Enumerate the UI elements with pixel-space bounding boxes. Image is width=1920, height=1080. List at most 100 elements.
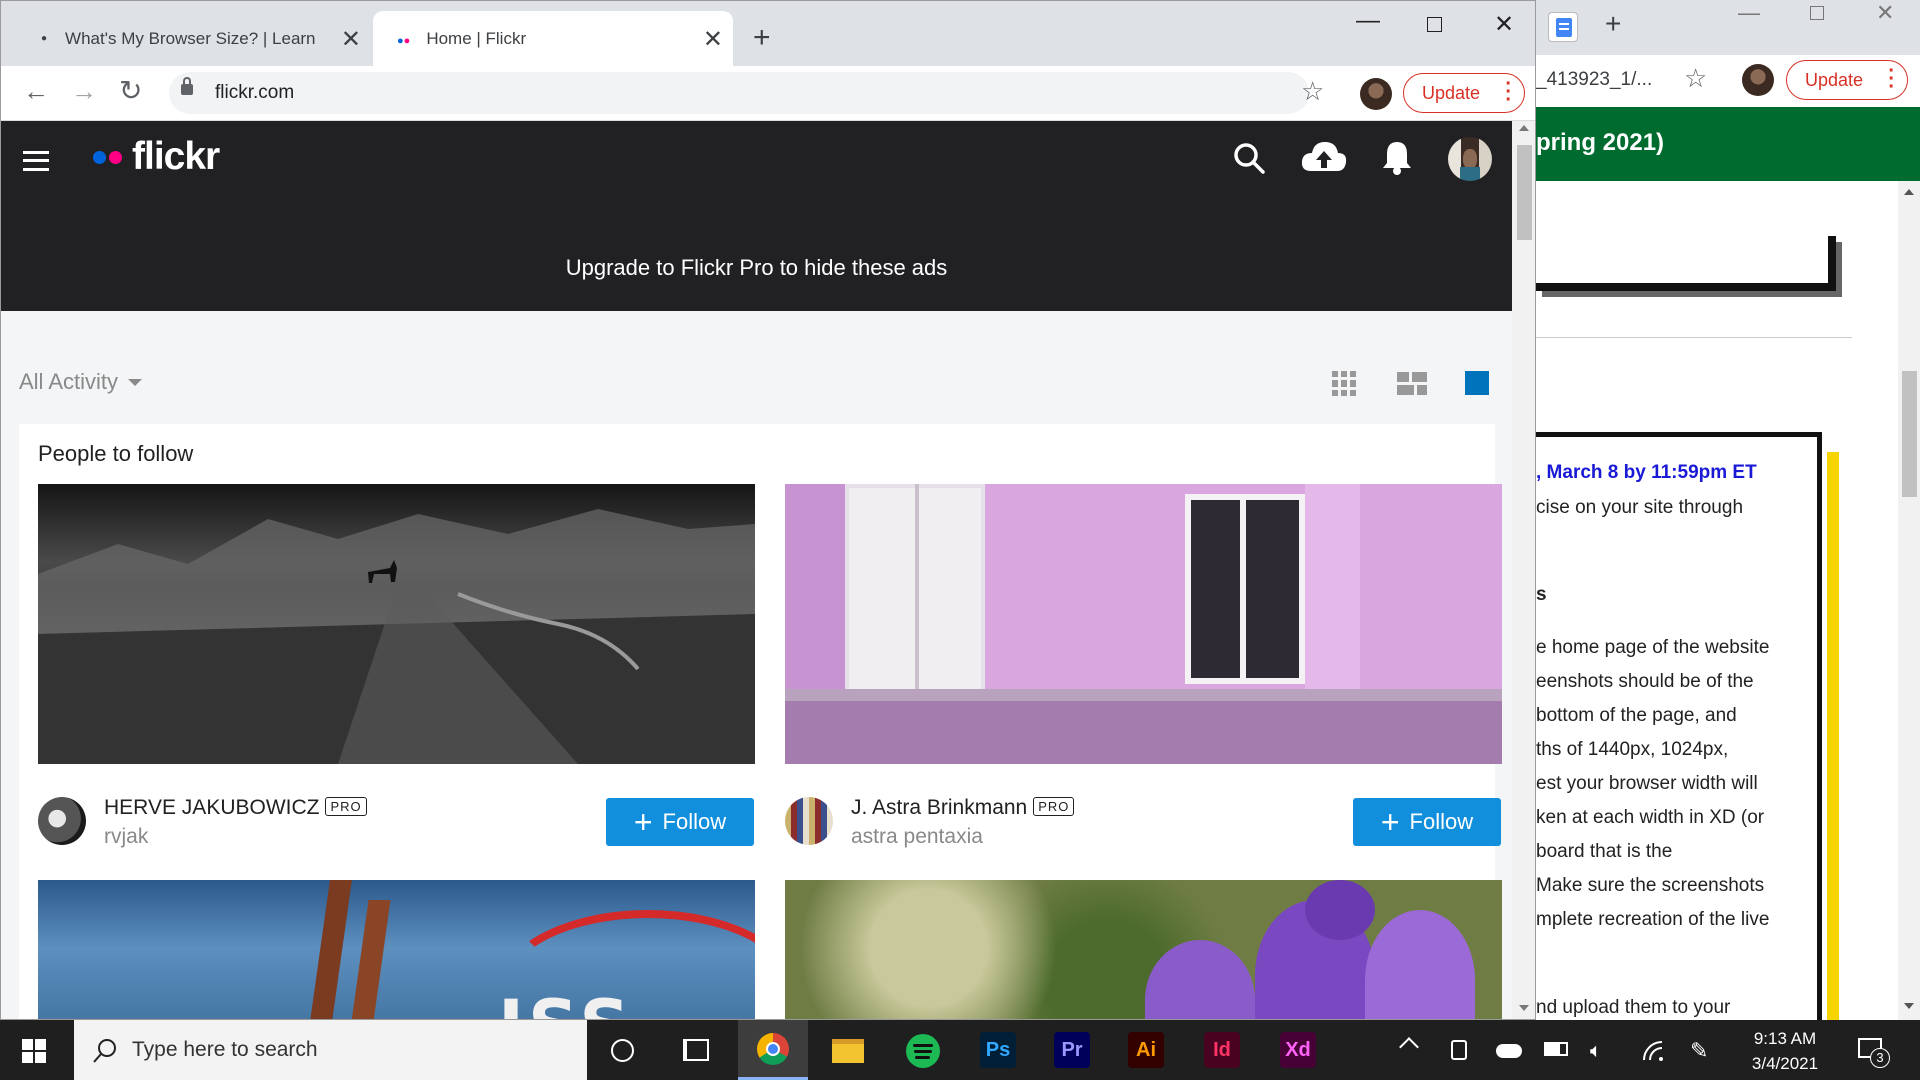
pen-workspace-icon[interactable]: ✎ [1690,1038,1708,1064]
all-activity-dropdown[interactable]: All Activity [19,369,143,395]
illustrator-icon[interactable]: Ai [1128,1032,1164,1068]
tab-flickr-home[interactable]: ●● Home | Flickr ✕ [373,11,733,66]
back-icon[interactable]: ← [23,76,49,107]
grid-view-icon[interactable] [1332,371,1357,396]
medium-view-icon[interactable] [1397,372,1427,395]
minimize-button[interactable]: — [1356,7,1380,35]
instructions-box: , March 8 by 11:59pm ET cise on your sit… [1536,432,1839,1020]
task-view-icon[interactable] [683,1039,709,1061]
scroll-down-arrow[interactable] [1904,1003,1914,1009]
person-photo-pink-house[interactable] [785,484,1502,764]
docs-tab-icon[interactable] [1548,12,1578,42]
photoshop-icon[interactable]: Ps [980,1032,1016,1068]
browser-window: ● What's My Browser Size? | Learn ✕ ●● H… [0,0,1536,1020]
volume-icon[interactable]: 🔈︎ [1590,1040,1602,1063]
maximize-button[interactable] [1427,17,1442,32]
people-to-follow-card: People to follow HERVE JAKUBOWICZ PRO rv… [19,424,1502,1019]
doc-line: e home page of the website [1536,637,1770,658]
windows-start-icon[interactable] [22,1039,46,1063]
doc-heading: s [1536,584,1547,605]
person-username[interactable]: rvjak [104,825,148,849]
person-avatar[interactable] [785,797,833,845]
maximize-button[interactable] [1810,6,1824,20]
doc-line: board that is the [1536,841,1673,862]
show-hidden-icons-chevron-up-icon[interactable] [1399,1037,1419,1057]
spotify-icon[interactable] [906,1034,940,1068]
reload-icon[interactable]: ↻ [119,74,142,107]
doc-line: Make sure the screenshots [1536,875,1765,896]
plus-icon: + [1380,804,1400,840]
follow-button[interactable]: + Follow [606,798,754,846]
scroll-up-arrow[interactable] [1904,189,1914,195]
user-avatar[interactable] [1448,137,1492,181]
bookmark-star-icon[interactable]: ☆ [1684,63,1707,94]
notification-bell-icon[interactable] [1381,139,1413,175]
scrollbar-thumb[interactable] [1902,371,1917,497]
minimize-button[interactable]: — [1738,0,1760,26]
chrome-taskbar-icon[interactable] [738,1020,808,1080]
background-url: _413923_1/... [1536,69,1653,90]
large-view-icon[interactable] [1465,371,1489,395]
pro-badge: PRO [325,797,367,816]
close-window-button[interactable]: ✕ [1876,0,1894,26]
scroll-up-arrow[interactable] [1519,125,1529,131]
flickr-page: flickr Upgrade to Flickr Pro to hide the… [1,121,1512,1019]
course-banner-title: pring 2021) [1536,129,1665,156]
person-name[interactable]: J. Astra Brinkmann PRO [851,796,1075,820]
person-photo-space-station[interactable]: ISS [38,880,755,1019]
upload-cloud-icon[interactable] [1301,139,1347,173]
new-tab-button[interactable]: + [753,21,771,55]
scrollbar-thumb[interactable] [1517,145,1532,240]
person-photo-purple-flowers[interactable] [785,880,1502,1019]
flickr-logo[interactable]: flickr [93,135,220,179]
deadline-text: , March 8 by 11:59pm ET [1536,462,1757,483]
flickr-header: flickr Upgrade to Flickr Pro to hide the… [1,121,1512,311]
doc-line: ken at each width in XD (or [1536,807,1765,828]
person-username[interactable]: astra pentaxia [851,825,983,849]
hamburger-menu-icon[interactable] [23,151,49,171]
follow-button[interactable]: + Follow [1353,798,1501,846]
notification-count: 3 [1870,1048,1890,1068]
section-title: People to follow [38,441,194,466]
doc-scrollbar[interactable] [1898,181,1920,1020]
bookmark-star-icon[interactable]: ☆ [1301,76,1324,107]
taskbar-search-box[interactable]: Type here to search [74,1020,587,1080]
xd-icon[interactable]: Xd [1280,1032,1316,1068]
background-tab-strip: + — ✕ [1536,0,1920,55]
more-menu-icon: · · · [1505,73,1512,111]
doc-line: cise on your site through [1536,497,1744,518]
clock[interactable]: 9:13 AM 3/4/2021 [1730,1026,1840,1076]
caret-down-icon [128,378,143,386]
update-button[interactable]: Update · · · [1403,73,1525,113]
search-icon[interactable] [1232,141,1266,175]
close-tab-icon[interactable]: ✕ [703,25,723,54]
scroll-down-arrow[interactable] [1519,1005,1529,1011]
meet-now-icon[interactable] [1451,1040,1467,1060]
address-bar[interactable]: flickr.com ☆ [169,72,1324,114]
indesign-icon[interactable]: Id [1204,1032,1240,1068]
close-window-button[interactable]: ✕ [1494,10,1514,39]
premiere-icon[interactable]: Pr [1054,1032,1090,1068]
person-name[interactable]: HERVE JAKUBOWICZ PRO [104,796,367,820]
wifi-icon[interactable] [1642,1040,1666,1062]
profile-avatar[interactable] [1360,78,1392,110]
doc-line: est your browser width will [1536,773,1758,794]
clock-date: 3/4/2021 [1751,1054,1819,1073]
background-browser-window[interactable]: + — ✕ _413923_1/... ☆ Update · · · pring 2… [1536,0,1920,1020]
person-photo-mountain-horse[interactable] [38,484,755,764]
file-explorer-icon[interactable] [832,1039,864,1063]
ad-banner-text[interactable]: Upgrade to Flickr Pro to hide these ads [1,255,1512,281]
profile-avatar[interactable] [1742,64,1774,96]
update-button[interactable]: Update · · · [1786,60,1908,100]
person-avatar[interactable] [38,797,86,845]
forward-icon[interactable]: → [71,76,97,107]
tab-browser-size[interactable]: ● What's My Browser Size? | Learn ✕ [1,11,371,66]
new-tab-button[interactable]: + [1605,8,1621,40]
close-tab-icon[interactable]: ✕ [341,25,361,54]
battery-icon[interactable] [1544,1042,1568,1056]
onedrive-cloud-icon[interactable] [1496,1044,1522,1058]
page-scrollbar[interactable] [1512,121,1535,1019]
action-center-icon[interactable]: 3 [1858,1038,1890,1068]
lock-shackle [183,77,191,86]
cortana-icon[interactable] [611,1039,634,1062]
